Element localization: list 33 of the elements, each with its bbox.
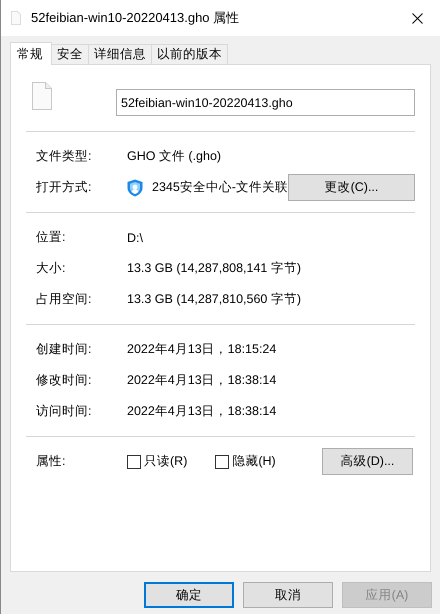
cancel-button[interactable]: 取消 bbox=[243, 582, 333, 608]
file-icon bbox=[32, 82, 52, 110]
ok-button[interactable]: 确定 bbox=[144, 582, 234, 608]
field-label: 创建时间: bbox=[36, 341, 92, 358]
field-value: 2022年4月13日，18:38:14 bbox=[127, 403, 276, 420]
checkbox[interactable] bbox=[127, 454, 141, 468]
field-value: 13.3 GB (14,287,810,560 字节) bbox=[127, 291, 302, 308]
field-value: D:\ bbox=[127, 230, 143, 244]
app-name: 2345安全中心-文件关联 bbox=[152, 179, 288, 196]
field-label: 属性: bbox=[36, 453, 66, 470]
file-icon bbox=[11, 11, 21, 25]
field-value: 2022年4月13日，18:38:14 bbox=[127, 372, 276, 389]
checkbox-label: 隐藏(H) bbox=[232, 453, 276, 470]
field-value: GHO 文件 (.gho) bbox=[127, 148, 222, 165]
field-label: 大小: bbox=[36, 260, 66, 277]
field-value: 13.3 GB (14,287,808,141 字节) bbox=[127, 260, 302, 277]
field-label: 位置: bbox=[36, 229, 66, 246]
field-value: 2022年4月13日，18:15:24 bbox=[127, 341, 276, 358]
field-label: 占用空间: bbox=[36, 291, 92, 308]
field-label: 文件类型: bbox=[36, 148, 92, 165]
window-title: 52feibian-win10-20220413.gho 属性 bbox=[31, 9, 240, 27]
tab[interactable]: 常规 bbox=[10, 42, 52, 65]
tab[interactable]: 以前的版本 bbox=[151, 44, 228, 64]
shield-icon bbox=[127, 178, 143, 196]
advanced-button[interactable]: 高级(D)... bbox=[322, 448, 413, 475]
field-label: 打开方式: bbox=[36, 179, 92, 196]
change-button[interactable]: 更改(C)... bbox=[288, 174, 415, 201]
close-icon[interactable] bbox=[412, 12, 422, 24]
field-label: 访问时间: bbox=[36, 403, 92, 420]
checkbox[interactable] bbox=[215, 454, 230, 468]
file-name-field[interactable]: 52feibian-win10-20220413.gho bbox=[116, 89, 415, 116]
field-label: 修改时间: bbox=[36, 372, 92, 389]
checkbox-label: 只读(R) bbox=[144, 453, 188, 470]
